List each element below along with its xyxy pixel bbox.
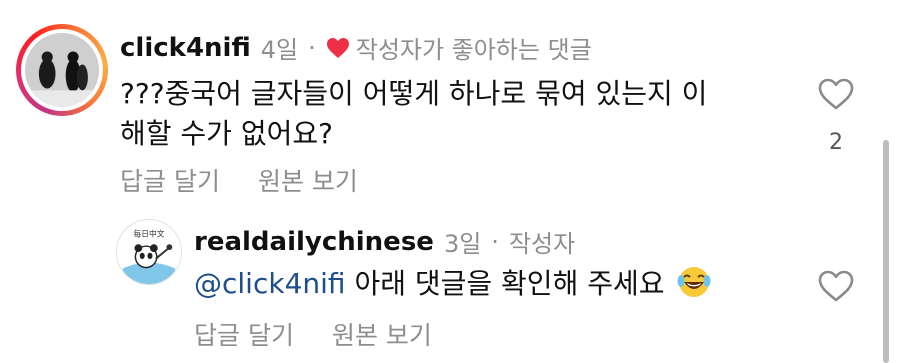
comment-text-line2: 해할 수가 없어요? — [120, 117, 333, 150]
comment-text-line1: ???중국어 글자들이 어떻게 하나로 묶여 있는지 이 — [120, 77, 708, 110]
avatar-photo — [25, 33, 99, 107]
separator-dot: · — [491, 227, 499, 256]
reply-text-content: 아래 댓글을 확인해 주세요 — [345, 267, 674, 300]
view-original-button[interactable]: 원본 보기 — [258, 162, 358, 198]
mention-link[interactable]: @click4nifi — [194, 267, 346, 300]
liked-by-author-label: 작성자가 좋아하는 댓글 — [355, 36, 592, 64]
like-count: 2 — [829, 130, 843, 155]
comment-text: ???중국어 글자들이 어떻게 하나로 묶여 있는지 이 해할 수가 없어요? — [120, 74, 707, 154]
panda-logo-icon: 每日中文 — [117, 220, 181, 284]
separator-dot: · — [308, 33, 316, 62]
reply-username[interactable]: realdailychinese — [194, 227, 434, 257]
commenter-avatar[interactable] — [16, 24, 108, 116]
reply-avatar[interactable]: 每日中文 — [116, 219, 182, 285]
reply-button[interactable]: 답글 달기 — [194, 316, 294, 352]
reply-timestamp: 3일 — [443, 230, 482, 258]
comment-header: click4nifi 4일 · 작성자가 좋아하는 댓글 — [120, 30, 602, 65]
reply-text: @click4nifi 아래 댓글을 확인해 주세요 — [194, 264, 711, 304]
scrollbar[interactable] — [883, 140, 889, 363]
reply-button[interactable]: 답글 달기 — [120, 162, 220, 198]
reply-actions: 답글 달기 원본 보기 — [194, 316, 470, 352]
filled-heart-icon — [326, 37, 349, 58]
view-original-button[interactable]: 원본 보기 — [332, 316, 432, 352]
reply-header: realdailychinese 3일 · 작성자 — [194, 224, 585, 259]
heart-outline-icon[interactable] — [818, 270, 854, 302]
comment-username[interactable]: click4nifi — [120, 33, 251, 63]
comments-panel: click4nifi 4일 · 작성자가 좋아하는 댓글 ???중국어 글자들이… — [0, 0, 900, 363]
laughing-tears-emoji — [677, 267, 711, 297]
comment-timestamp: 4일 — [260, 36, 299, 64]
heart-outline-icon[interactable] — [818, 78, 854, 110]
comment-actions: 답글 달기 원본 보기 — [120, 162, 396, 198]
author-badge: 작성자 — [508, 230, 576, 258]
avatar-logo-text: 每日中文 — [133, 228, 164, 238]
